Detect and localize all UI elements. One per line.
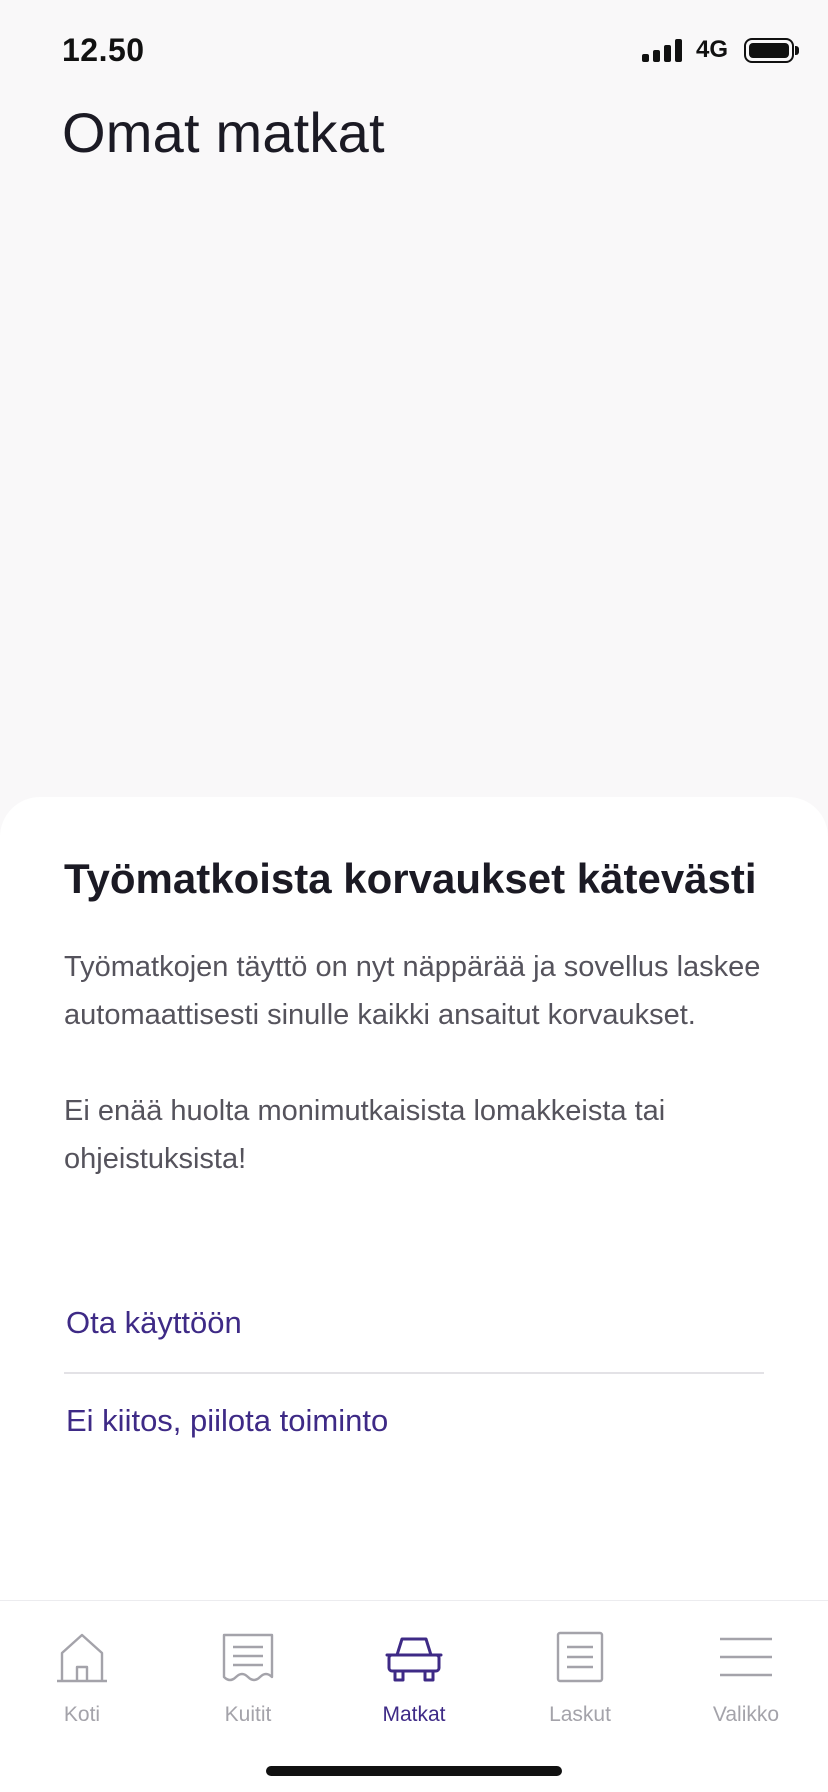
tab-kuitit[interactable]: Kuitit [188,1627,308,1737]
sheet-paragraph-2: Ei enää huolta monimutkaisista lomakkeis… [64,1095,666,1175]
tab-valikko[interactable]: Valikko [686,1627,806,1737]
tab-laskut[interactable]: Laskut [520,1627,640,1737]
car-icon [385,1637,443,1682]
network-type: 4G [695,36,728,63]
status-indicators: 4G [641,36,799,64]
tab-matkat[interactable]: Matkat [354,1627,474,1737]
battery-icon [744,37,799,63]
tab-label-matkat: Matkat [382,1703,446,1726]
sheet-paragraph-1: Työmatkojen täyttö on nyt näppärää ja so… [64,951,761,1031]
receipt-icon [222,1633,274,1682]
home-icon [57,1633,107,1683]
status-bar: 12.50 4G [0,0,828,100]
sheet-description: Työmatkojen täyttö on nyt näppärää ja so… [64,943,764,1183]
sheet-title: Työmatkoista korvaukset kätevästi [64,855,757,902]
feature-intro-sheet: Työmatkoista korvaukset kätevästi Työmat… [0,797,828,1600]
menu-icon [720,1637,772,1677]
invoice-icon [556,1631,604,1683]
tab-label-kuitit: Kuitit [224,1703,272,1726]
page-title: Omat matkat [62,101,385,164]
status-time: 12.50 [62,32,145,68]
tab-label-koti: Koti [63,1703,101,1726]
home-indicator[interactable] [266,1766,562,1776]
screen: 12.50 4G Omat matkat Työmatkoista korvau… [0,0,828,1792]
hide-feature-button[interactable]: Ei kiitos, piilota toiminto [66,1403,388,1439]
signal-icon [641,38,682,62]
tab-label-laskut: Laskut [549,1703,611,1726]
divider [64,1372,764,1374]
tab-bar: Koti Kuitit Matkat Laskut Valikko [0,1600,828,1792]
enable-feature-button[interactable]: Ota käyttöön [66,1305,242,1341]
tab-koti[interactable]: Koti [22,1627,142,1737]
tab-label-valikko: Valikko [712,1703,780,1726]
